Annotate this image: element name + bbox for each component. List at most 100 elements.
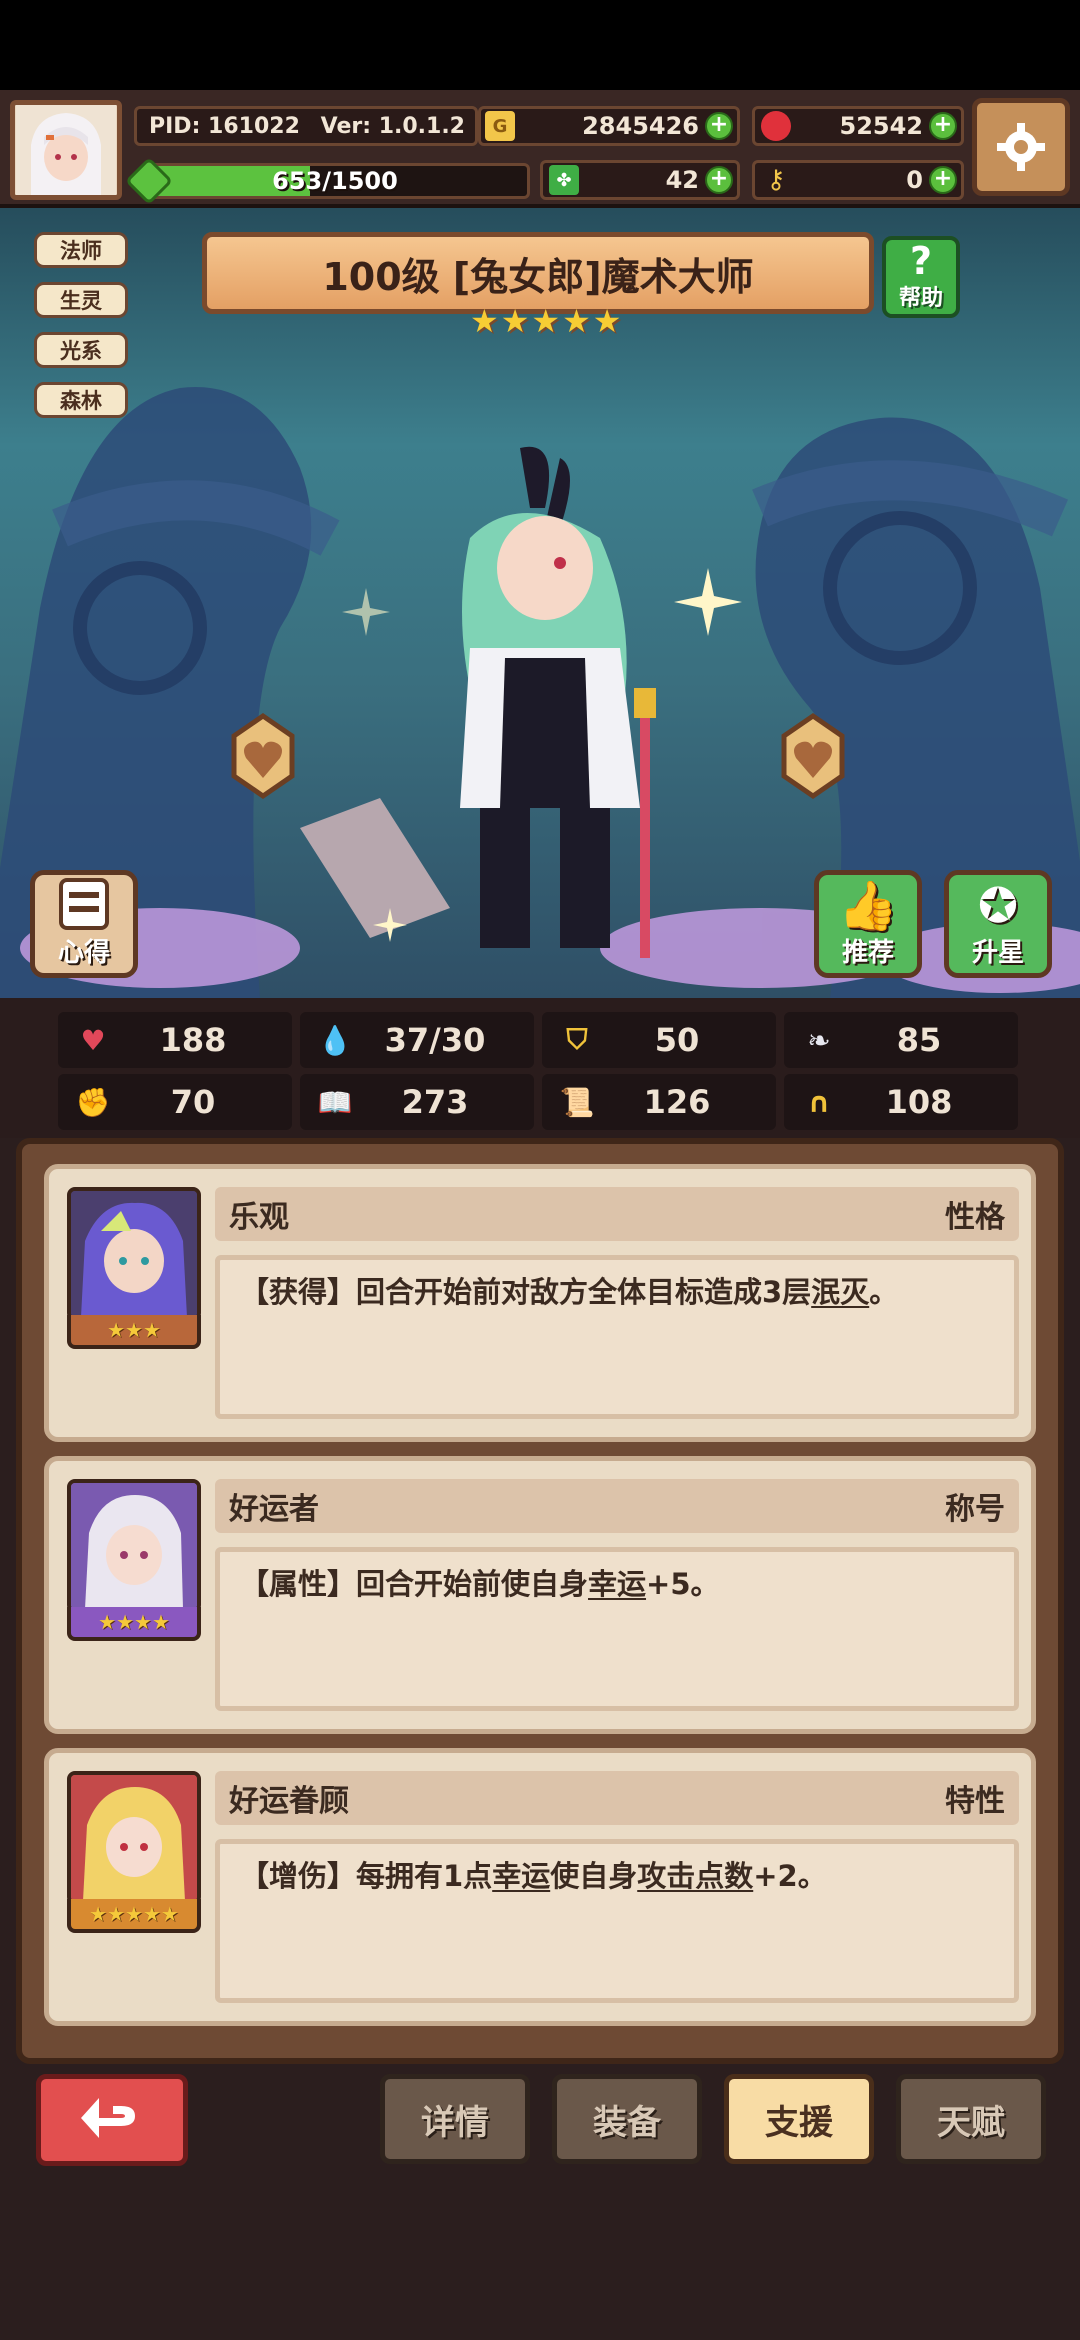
support-portrait-icon [71, 1191, 197, 1317]
star-icon: ★ [592, 302, 622, 340]
card-header-3: 好运眷顾 特性 [215, 1771, 1019, 1825]
star-icon: ★ [470, 302, 499, 340]
add-key-button[interactable]: + [929, 166, 957, 194]
star-badge-icon: ✪ [977, 878, 1019, 934]
spellbook-icon: 📖 [317, 1085, 353, 1119]
insight-button[interactable]: 心得 [30, 870, 138, 978]
card-name-1: 乐观 [229, 1200, 289, 1235]
gold-value: 2845426 [582, 112, 699, 140]
support-card-2[interactable]: ★ ★ ★ ★ 好运者 称号 【属性】回合开始前使自身幸运+5。 [44, 1456, 1036, 1734]
back-button[interactable] [36, 2074, 188, 2166]
exp-bar: 653/1500 [140, 163, 530, 199]
card-portrait-3 [67, 1771, 201, 1905]
rarity-star-icon: ★ [151, 1610, 170, 1634]
card-stars-3: ★ ★ ★ ★ ★ [67, 1899, 201, 1933]
keyword-link[interactable]: 幸运 [588, 1567, 646, 1601]
clover-value: 42 [665, 166, 699, 194]
card-description-1: 【获得】回合开始前对敌方全体目标造成3层泯灭。 [215, 1255, 1019, 1419]
avatar-portrait-icon [16, 105, 116, 195]
star-up-label: 升星 [971, 938, 1024, 968]
keyword-link[interactable]: 泯灭 [811, 1275, 869, 1309]
player-avatar[interactable] [10, 100, 122, 200]
character-stars: ★ ★ ★ ★ ★ [470, 302, 621, 340]
rarity-star-icon: ★ [142, 1902, 161, 1926]
bond-heart-icon [781, 712, 845, 800]
keyword-link[interactable]: 幸运 [492, 1859, 550, 1893]
gold-counter: G 2845426 + [478, 106, 740, 146]
recommend-button[interactable]: 👍 推荐 [814, 870, 922, 978]
exp-text: 653/1500 [272, 167, 398, 195]
pid-text: PID: 161022 [149, 113, 300, 139]
recommend-label: 推荐 [841, 938, 894, 968]
card-stars-1: ★ ★ ★ [67, 1315, 201, 1349]
heart-icon: ♥ [80, 1023, 106, 1057]
tab-talent[interactable]: 天赋 [896, 2074, 1046, 2164]
card-header-1: 乐观 性格 [215, 1187, 1019, 1241]
right-heart-slot[interactable] [776, 712, 850, 804]
fist-icon: ✊ [75, 1085, 111, 1119]
card-type-1: 性格 [945, 1200, 1005, 1235]
rarity-star-icon: ★ [125, 1318, 143, 1342]
star-icon: ★ [562, 302, 591, 340]
card-stars-2: ★ ★ ★ ★ [67, 1607, 201, 1641]
left-heart-slot[interactable] [226, 712, 300, 804]
stat-speed: ❧ 85 [784, 1012, 1018, 1068]
card-name-2: 好运者 [229, 1492, 319, 1527]
clover-icon: ✤ [549, 165, 579, 195]
card-portrait-1 [67, 1187, 201, 1321]
rarity-star-icon: ★ [134, 1610, 152, 1634]
tab-equipment[interactable]: 装备 [552, 2074, 702, 2164]
notebook-icon [59, 878, 109, 930]
return-arrow-icon [81, 2098, 135, 2138]
tag-origin: 森林 [34, 382, 128, 418]
card-type-2: 称号 [945, 1492, 1005, 1527]
stat-hp: ♥ 188 [58, 1012, 292, 1068]
tag-element: 光系 [34, 332, 128, 368]
insight-label: 心得 [57, 938, 110, 968]
rarity-star-icon: ★ [116, 1610, 134, 1634]
red-gem-icon [761, 111, 791, 141]
settings-button[interactable] [972, 98, 1070, 196]
question-icon: ? [909, 239, 933, 283]
gear-icon [997, 123, 1045, 171]
tag-class: 法师 [34, 232, 128, 268]
key-value: 0 [906, 166, 923, 194]
stat-mana: 💧 37/30 [300, 1012, 534, 1068]
bond-heart-icon [231, 712, 295, 800]
stat-defense: ⛉ 50 [542, 1012, 776, 1068]
key-icon: ⚷ [766, 165, 786, 195]
rarity-star-icon: ★ [107, 1318, 126, 1342]
rarity-star-icon: ★ [142, 1318, 161, 1342]
tab-support[interactable]: 支援 [724, 2074, 874, 2164]
stat-luck: ∩ 108 [784, 1074, 1018, 1130]
add-gold-button[interactable]: + [705, 112, 733, 140]
wing-icon: ❧ [807, 1023, 831, 1057]
gem-counter: 52542 + [752, 106, 964, 146]
star-up-button[interactable]: ✪ 升星 [944, 870, 1052, 978]
key-counter: ⚷ 0 + [752, 160, 964, 200]
keyword-link[interactable]: 攻击点数 [637, 1859, 753, 1893]
rarity-star-icon: ★ [89, 1902, 108, 1926]
star-icon: ★ [500, 302, 530, 340]
add-clover-button[interactable]: + [705, 166, 733, 194]
character-sprite [460, 446, 656, 958]
mana-drop-icon: 💧 [317, 1023, 353, 1057]
help-button[interactable]: ? 帮助 [882, 236, 960, 318]
thumbs-up-icon: 👍 [838, 878, 898, 934]
stat-magic: 📖 273 [300, 1074, 534, 1130]
support-card-1[interactable]: ★ ★ ★ 乐观 性格 【获得】回合开始前对敌方全体目标造成3层泯灭。 [44, 1164, 1036, 1442]
support-card-3[interactable]: ★ ★ ★ ★ ★ 好运眷顾 特性 【增伤】每拥有1点幸运使自身攻击点数+2。 [44, 1748, 1036, 2026]
support-portrait-icon [71, 1775, 197, 1901]
gold-coin-icon: G [485, 111, 515, 141]
status-bar-area [0, 0, 1080, 96]
add-gem-button[interactable]: + [929, 112, 957, 140]
stat-attack: ✊ 70 [58, 1074, 292, 1130]
scroll-icon: 📜 [559, 1085, 595, 1119]
star-icon: ★ [531, 302, 561, 340]
gem-value: 52542 [839, 112, 924, 140]
stat-resist: 📜 126 [542, 1074, 776, 1130]
clover-counter: ✤ 42 + [540, 160, 740, 200]
card-description-3: 【增伤】每拥有1点幸运使自身攻击点数+2。 [215, 1839, 1019, 2003]
tab-details[interactable]: 详情 [380, 2074, 530, 2164]
card-description-2: 【属性】回合开始前使自身幸运+5。 [215, 1547, 1019, 1711]
